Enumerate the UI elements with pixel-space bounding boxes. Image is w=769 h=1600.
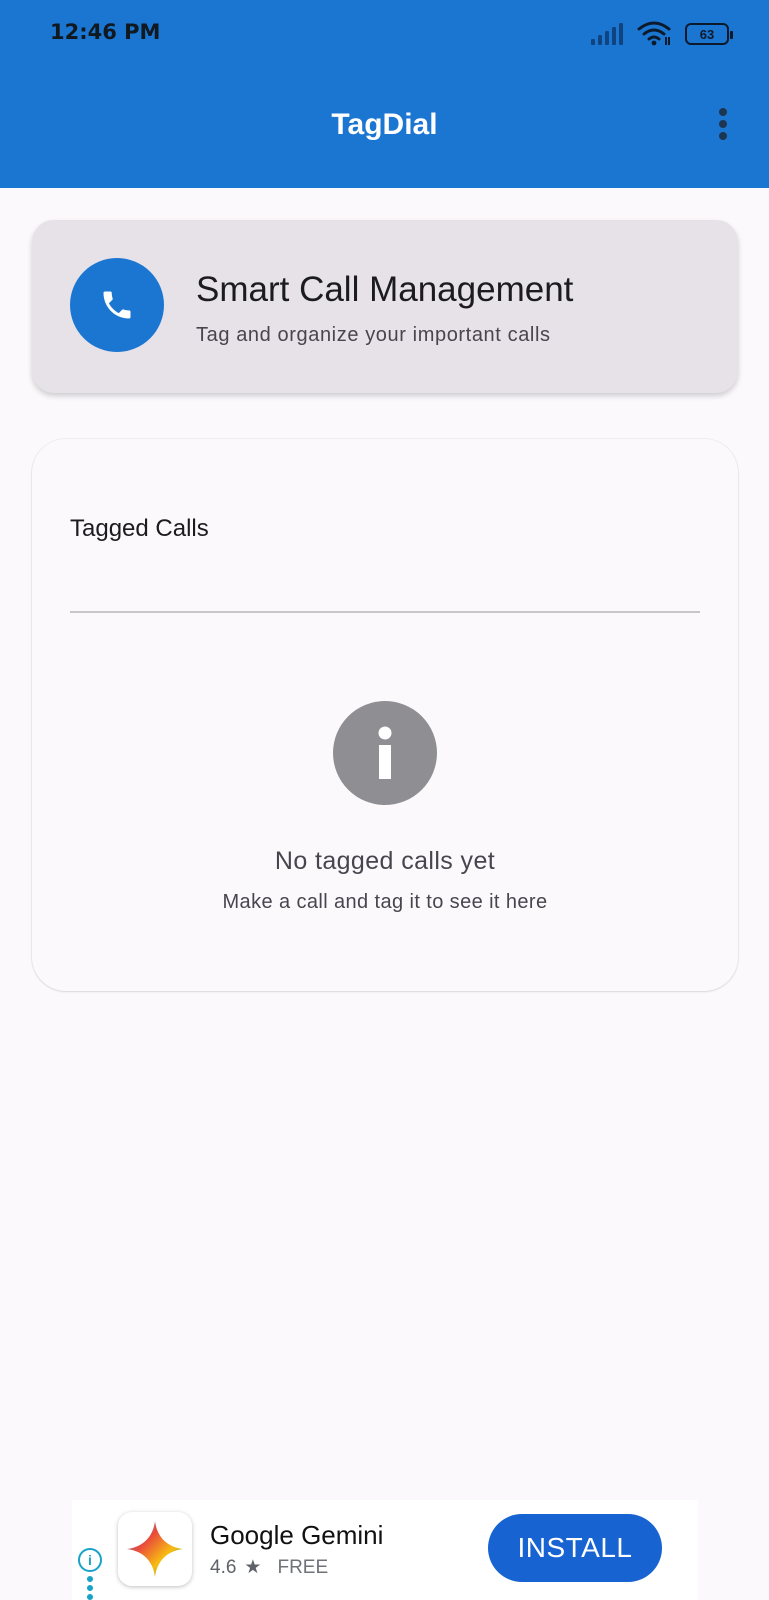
empty-state-title: No tagged calls yet [274,847,496,875]
header-subtitle: Tag and organize your important calls [196,324,551,346]
ad-menu-icon[interactable] [87,1576,93,1600]
header-title: Smart Call Management [196,270,574,309]
ad-price: FREE [277,1556,329,1578]
info-icon [333,701,437,805]
status-bar: 12:46 PM 63 [0,0,769,70]
ad-rating-value: 4.6 [210,1556,237,1578]
status-icons: 63 [591,20,733,48]
app-title: TagDial [331,108,438,141]
ad-rating: 4.6 ★ FREE [210,1556,328,1579]
ad-app-name: Google Gemini [210,1520,384,1550]
status-time: 12:46 PM [50,20,161,44]
ad-info-icon[interactable]: i [78,1548,102,1572]
ad-banner[interactable]: i Google Gemini 4.6 ★ FREE INSTALL [72,1500,698,1600]
install-button[interactable]: INSTALL [488,1514,662,1582]
tagged-calls-title: Tagged Calls [70,515,209,542]
tagged-calls-card: Tagged Calls No tagged calls yet Make a … [32,439,738,991]
divider [70,611,700,613]
top-app-bar: 12:46 PM 63 TagDial [0,0,769,188]
phone-icon [70,258,164,352]
battery-level: 63 [699,26,715,42]
star-icon: ★ [244,1557,262,1578]
signal-icon [591,23,623,45]
battery-icon: 63 [685,23,733,45]
wifi-icon [637,21,671,46]
header-card: Smart Call Management Tag and organize y… [32,220,738,393]
empty-state-subtitle: Make a call and tag it to see it here [222,891,548,913]
gemini-app-icon[interactable] [118,1512,192,1586]
more-vert-icon[interactable] [708,104,738,144]
